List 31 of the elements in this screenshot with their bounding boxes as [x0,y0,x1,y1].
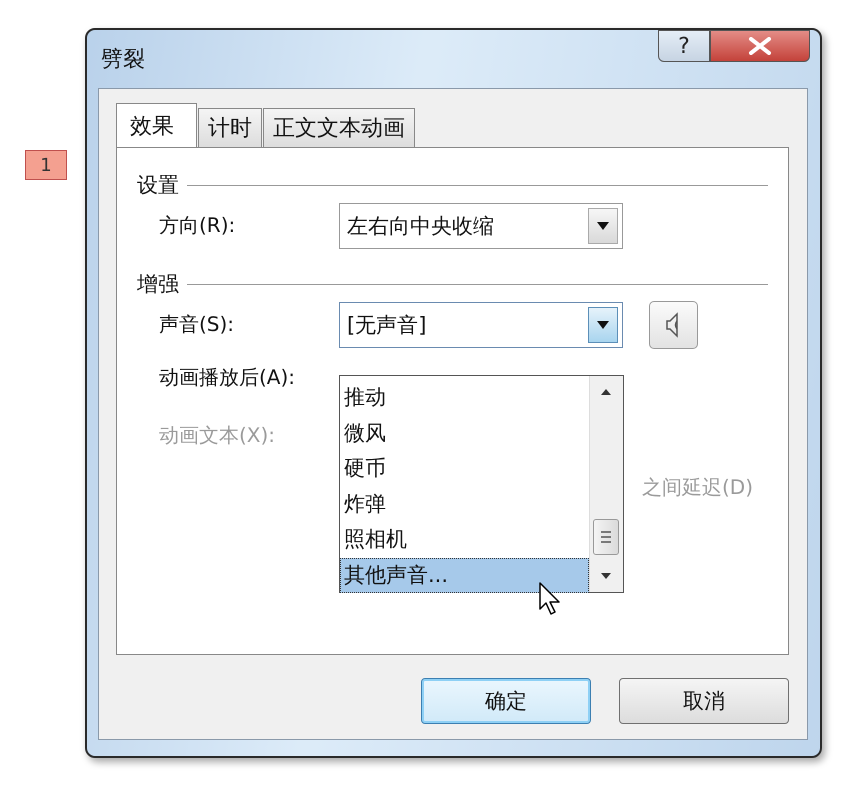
field-label: 之间延迟(D) [642,474,754,500]
window-title: 劈裂 [101,46,145,74]
field-label: 方向(R): [159,212,236,239]
dialog-button[interactable]: 取消 [619,678,789,724]
close-icon [747,37,773,55]
direction-dropdown[interactable]: 左右向中央收缩 [339,202,623,248]
scroll-thumb[interactable] [593,519,619,555]
play-sound-button[interactable] [649,300,698,348]
tab[interactable]: 效果 [116,103,197,148]
list-item[interactable]: 硬币 [340,451,589,486]
tab[interactable]: 计时 [198,108,262,147]
list-item[interactable]: 炸弹 [340,486,589,522]
field-label: 动画文本(X): [159,422,276,448]
sound-dropdown[interactable]: [无声音] [339,302,623,348]
dialog-button[interactable]: 确定 [421,678,591,724]
grip-icon [600,530,612,544]
list-item[interactable]: 其他声音... [340,558,589,593]
group-heading: 设置 [137,172,179,199]
group-heading: 增强 [137,271,179,298]
list-item[interactable]: 照相机 [340,522,589,558]
help-button[interactable]: ? [658,30,710,62]
tab[interactable]: 正文文本动画 [263,108,415,147]
list-item[interactable]: 微风 [340,416,589,451]
close-button[interactable] [710,30,810,62]
scrollbar[interactable] [589,376,623,592]
list-item[interactable]: 推动 [340,380,589,416]
scroll-down-icon [600,572,612,580]
field-label: 动画播放后(A): [159,364,296,390]
step-badge: 1 [25,150,67,180]
field-label: 声音(S): [159,311,236,338]
scroll-up-icon [600,388,612,396]
